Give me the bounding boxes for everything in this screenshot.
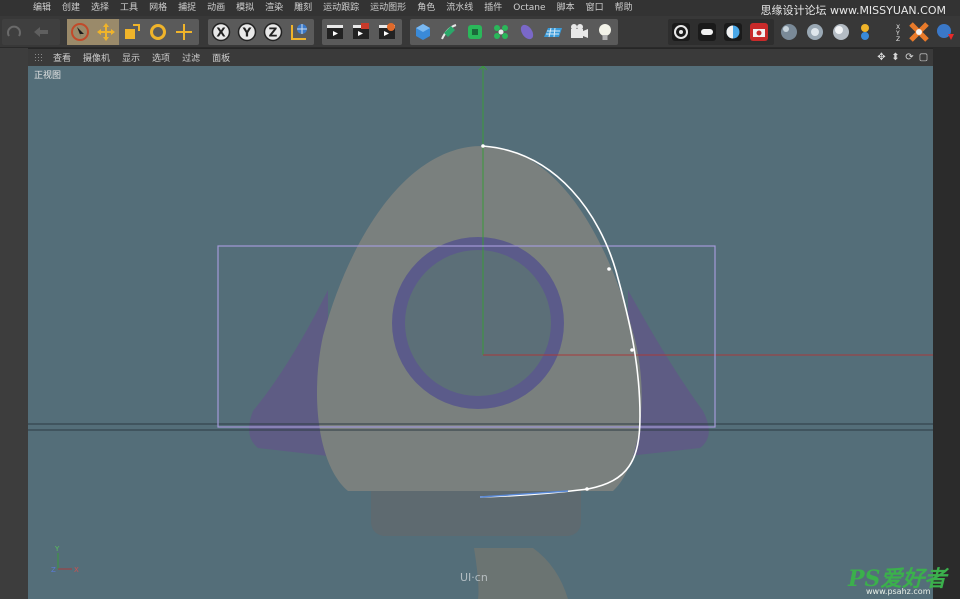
rocket-window-glass xyxy=(405,250,551,396)
x-axis-icon[interactable]: X xyxy=(208,19,234,45)
panel-grip-icon[interactable] xyxy=(34,53,43,62)
octane-dome-icon[interactable] xyxy=(720,19,746,45)
light-icon[interactable] xyxy=(592,19,618,45)
menu-item[interactable]: 流水线 xyxy=(446,0,473,16)
camera-icon[interactable] xyxy=(566,19,592,45)
gizmo-z-label: Z xyxy=(51,566,56,574)
viewport-menu-panel[interactable]: 面板 xyxy=(212,51,230,64)
menu-item[interactable]: 捕捉 xyxy=(178,0,196,16)
menu-item[interactable]: 网格 xyxy=(149,0,167,16)
main-toolbar: X Y Z X Y Z xyxy=(0,16,960,48)
octane-live-icon[interactable] xyxy=(694,19,720,45)
viewport-menu-bar: 查看 摄像机 显示 选项 过滤 面板 ✥ ⬍ ⟳ ▢ xyxy=(28,49,933,66)
zoom-view-icon[interactable]: ⬍ xyxy=(890,51,901,64)
svg-text:Z: Z xyxy=(896,36,900,42)
y-axis-label: Y xyxy=(242,26,252,40)
spline-point[interactable] xyxy=(630,348,634,352)
spline-point[interactable] xyxy=(607,267,611,271)
gizmo-y-label: Y xyxy=(54,545,60,553)
render-view-icon[interactable] xyxy=(322,19,348,45)
menu-item[interactable]: 选择 xyxy=(91,0,109,16)
right-panel-strip xyxy=(933,48,960,599)
viewport-menu-view[interactable]: 查看 xyxy=(53,51,71,64)
menu-item[interactable]: 创建 xyxy=(62,0,80,16)
spline-point[interactable] xyxy=(585,487,589,491)
render-picture-viewer-icon[interactable] xyxy=(348,19,374,45)
rocket-exhaust xyxy=(474,548,568,599)
viewport-menu-filter[interactable]: 过滤 xyxy=(182,51,200,64)
menu-item[interactable]: 帮助 xyxy=(615,0,633,16)
cloner-icon[interactable] xyxy=(488,19,514,45)
menu-item[interactable]: 模拟 xyxy=(236,0,254,16)
viewport-menu-camera[interactable]: 摄像机 xyxy=(83,51,110,64)
subdivision-icon[interactable] xyxy=(462,19,488,45)
transform-tag-icon[interactable] xyxy=(906,19,932,45)
z-axis-icon[interactable]: Z xyxy=(260,19,286,45)
sphere-material-icon[interactable] xyxy=(776,19,802,45)
rotate-view-icon[interactable]: ⟳ xyxy=(904,51,915,64)
redshift-icon[interactable] xyxy=(932,19,958,45)
viewport-view-label: 正视图 xyxy=(34,71,62,81)
menu-item[interactable]: 窗口 xyxy=(586,0,604,16)
menu-item[interactable]: 脚本 xyxy=(557,0,575,16)
pen-icon[interactable] xyxy=(436,19,462,45)
coordinate-system-icon[interactable] xyxy=(286,19,312,45)
floor-icon[interactable] xyxy=(540,19,566,45)
undo-icon[interactable] xyxy=(28,19,54,45)
live-select-icon[interactable] xyxy=(67,19,93,45)
specular-material-icon[interactable] xyxy=(828,19,854,45)
brand-watermark: UI·cn xyxy=(460,571,488,584)
viewport-scene: Y X Z xyxy=(28,66,933,599)
menu-item[interactable]: 雕刻 xyxy=(294,0,312,16)
y-axis-icon[interactable]: Y xyxy=(234,19,260,45)
recent-tool-icon[interactable] xyxy=(171,19,197,45)
menu-item[interactable]: Octane xyxy=(513,0,545,16)
menu-item[interactable]: 运动跟踪 xyxy=(323,0,359,16)
octane-camera-icon[interactable] xyxy=(746,19,772,45)
viewport-menu-display[interactable]: 显示 xyxy=(122,51,140,64)
menu-item[interactable]: 角色 xyxy=(417,0,435,16)
render-settings-icon[interactable] xyxy=(374,19,400,45)
xyz-tag-icon[interactable]: XYZ xyxy=(880,19,906,45)
object-tag-icon[interactable] xyxy=(854,19,880,45)
redo-icon[interactable] xyxy=(2,19,28,45)
x-axis-label: X xyxy=(216,26,226,40)
menu-item[interactable]: 运动图形 xyxy=(370,0,406,16)
rotate-icon[interactable] xyxy=(145,19,171,45)
rocket-nozzle xyxy=(371,490,581,536)
menu-item[interactable]: 工具 xyxy=(120,0,138,16)
scale-icon[interactable] xyxy=(119,19,145,45)
toggle-layout-icon[interactable]: ▢ xyxy=(918,51,929,64)
gizmo-x-label: X xyxy=(74,566,79,574)
octane-settings-icon[interactable] xyxy=(668,19,694,45)
ps-watermark-url: www.psahz.com xyxy=(866,587,931,596)
menu-item[interactable]: 插件 xyxy=(484,0,502,16)
left-panel-strip xyxy=(0,48,28,599)
z-axis-label: Z xyxy=(269,26,278,40)
menu-item[interactable]: 编辑 xyxy=(33,0,51,16)
move-view-icon[interactable]: ✥ xyxy=(876,51,887,64)
menu-item[interactable]: 动画 xyxy=(207,0,225,16)
viewport-menu-options[interactable]: 选项 xyxy=(152,51,170,64)
spline-point[interactable] xyxy=(481,144,485,148)
cube-icon[interactable] xyxy=(410,19,436,45)
deformer-icon[interactable] xyxy=(514,19,540,45)
front-viewport[interactable]: Y X Z 正视图 UI·cn xyxy=(28,66,933,599)
glossy-material-icon[interactable] xyxy=(802,19,828,45)
move-icon[interactable] xyxy=(93,19,119,45)
menu-item[interactable]: 渲染 xyxy=(265,0,283,16)
rocket-fin-left xyxy=(249,290,328,456)
